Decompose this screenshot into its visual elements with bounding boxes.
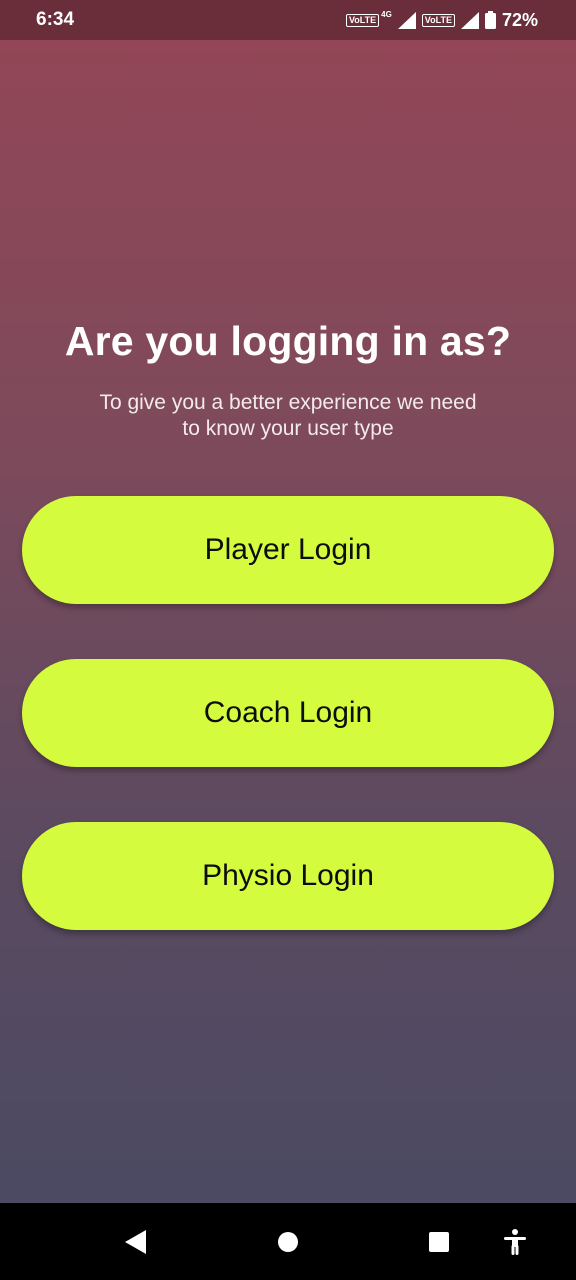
recents-icon[interactable] — [429, 1232, 449, 1252]
volte-badge: VoLTE — [345, 13, 380, 27]
page-subtitle: To give you a better experience we need … — [99, 391, 477, 440]
navigation-bar — [0, 1203, 576, 1280]
battery-percent: 72% — [501, 9, 538, 30]
volte-badge: VoLTE — [421, 13, 455, 27]
status-bar: 6:34 VoLTE 4G VoLTE 72% — [0, 0, 576, 40]
status-time: 6:34 — [36, 9, 75, 30]
page-title: Are you logging in as? — [64, 318, 512, 364]
physio-login-button[interactable]: Physio Login — [22, 822, 554, 930]
accessibility-icon[interactable] — [503, 1229, 527, 1255]
coach-login-button[interactable]: Coach Login — [22, 659, 554, 767]
back-icon[interactable] — [125, 1230, 147, 1254]
player-login-button[interactable]: Player Login — [22, 496, 554, 604]
network-type-label: 4G — [381, 9, 392, 19]
home-icon[interactable] — [278, 1232, 298, 1252]
signal-icon — [397, 11, 416, 29]
login-type-screen: 6:34 VoLTE 4G VoLTE 72% Are you logging … — [0, 0, 576, 1280]
signal-icon — [460, 11, 479, 29]
battery-icon — [484, 11, 496, 29]
status-icons: VoLTE 4G VoLTE 72% — [345, 9, 538, 31]
